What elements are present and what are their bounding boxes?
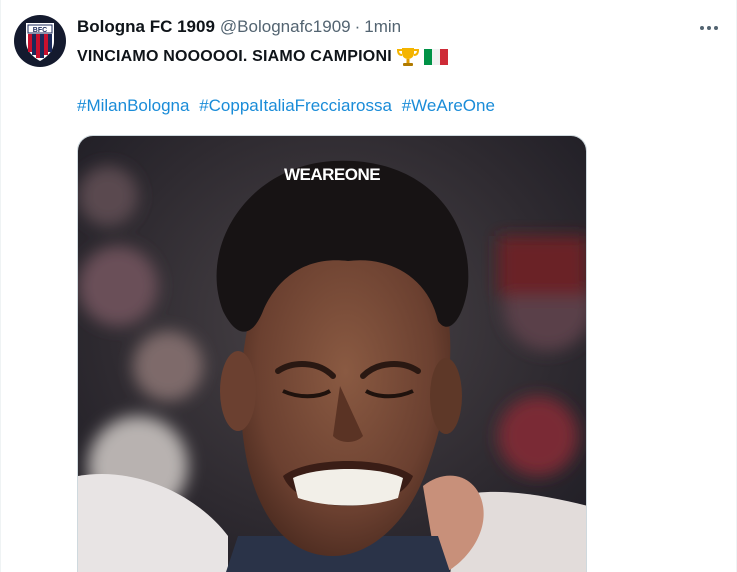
more-dot-icon xyxy=(700,26,704,30)
more-dot-icon xyxy=(707,26,711,30)
tweet-card[interactable]: BFC Bologna FC 1909 @Bolognafc1909 · 1mi… xyxy=(0,0,737,572)
player-teeth xyxy=(293,469,403,506)
author-handle[interactable]: @Bolognafc1909 xyxy=(220,17,351,37)
hashtag-list: #MilanBologna #CoppaItaliaFrecciarossa #… xyxy=(77,96,500,116)
tweet-text: VINCIAMO NOOOOOI. SIAMO CAMPIONI xyxy=(77,47,448,67)
hashtag-link[interactable]: #MilanBologna xyxy=(77,96,189,115)
tweet-text-body: VINCIAMO NOOOOOI. SIAMO CAMPIONI xyxy=(77,48,392,65)
media-overlay-text: WEAREONE xyxy=(284,165,380,184)
italy-flag-icon xyxy=(423,48,448,66)
more-dot-icon xyxy=(714,26,718,30)
trophy-icon xyxy=(396,47,419,67)
tweet-media-image[interactable]: WEAREONE xyxy=(77,135,587,572)
author-display-name[interactable]: Bologna FC 1909 xyxy=(77,17,215,37)
tweet-header: Bologna FC 1909 @Bolognafc1909 · 1min xyxy=(77,17,401,37)
hashtag-link[interactable]: #CoppaItaliaFrecciarossa xyxy=(199,96,392,115)
more-options-button[interactable] xyxy=(696,17,722,39)
hashtag-link[interactable]: #WeAreOne xyxy=(402,96,495,115)
tweet-timestamp[interactable]: 1min xyxy=(364,17,401,37)
crest-letters: BFC xyxy=(33,27,47,34)
avatar[interactable]: BFC xyxy=(14,15,66,67)
header-separator: · xyxy=(354,17,361,36)
player-photo: WEAREONE xyxy=(78,136,586,572)
bologna-crest-icon: BFC xyxy=(26,23,54,61)
